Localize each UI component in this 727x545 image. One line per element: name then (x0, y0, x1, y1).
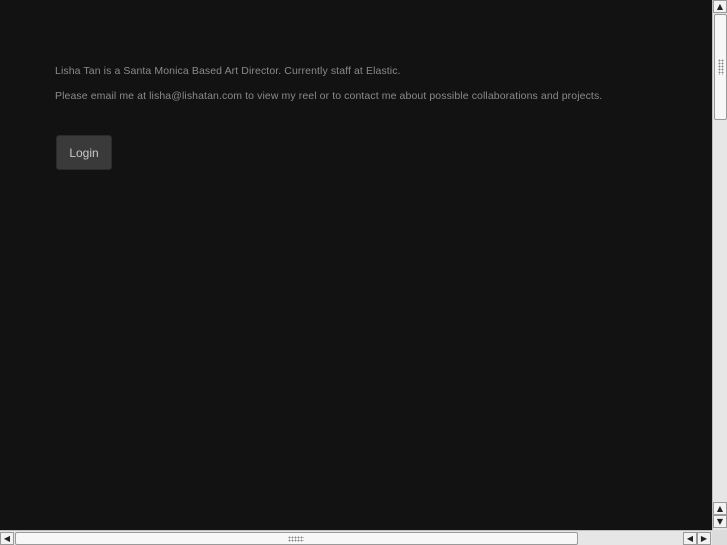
vertical-scroll-thumb[interactable] (714, 14, 727, 120)
login-button[interactable]: Login (56, 135, 112, 170)
vertical-grip-icon (718, 59, 724, 75)
intro-text: Lisha Tan is a Santa Monica Based Art Di… (55, 65, 401, 77)
horizontal-scrollbar[interactable]: ◀ ◀ ▶ (0, 530, 712, 545)
scrollbar-corner (712, 530, 727, 545)
scroll-up-icon[interactable]: ▲ (713, 0, 727, 13)
horizontal-grip-icon (288, 536, 304, 542)
scroll-up-lower-icon[interactable]: ▲ (713, 502, 727, 515)
scroll-down-icon[interactable]: ▼ (713, 515, 727, 528)
scroll-left-right-icon[interactable]: ◀ (683, 532, 697, 545)
scroll-left-icon[interactable]: ◀ (0, 532, 14, 545)
page-viewport: Lisha Tan is a Santa Monica Based Art Di… (0, 0, 712, 530)
contact-text: Please email me at lisha@lishatan.com to… (55, 90, 603, 102)
vertical-scrollbar[interactable]: ▲ ▲ ▼ (712, 0, 727, 530)
scroll-right-icon[interactable]: ▶ (697, 532, 711, 545)
horizontal-scroll-thumb[interactable] (15, 532, 578, 545)
